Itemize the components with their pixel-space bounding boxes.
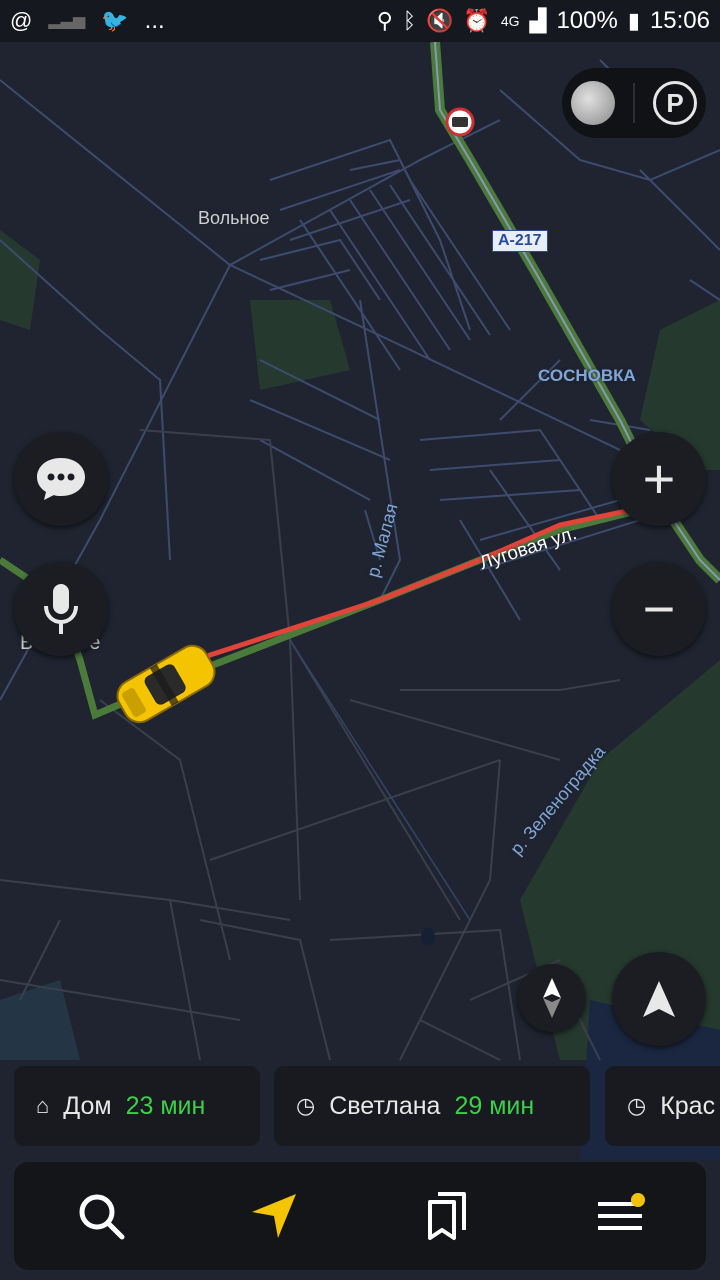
clock-time: 15:06 [649, 7, 710, 34]
bluetooth-icon: ᛒ [402, 8, 417, 33]
road-badge-a217: А-217 [492, 230, 548, 252]
place-label-sosnovka: СОСНОВКА [538, 366, 636, 385]
clock-icon: ◷ [627, 1093, 647, 1118]
parking-button[interactable]: P [653, 81, 697, 125]
destination-name: Крас [660, 1091, 716, 1120]
twitter-icon: 🐦 [101, 8, 129, 33]
zoom-in-button[interactable]: + [612, 432, 706, 526]
battery-percent: 100% [556, 7, 618, 34]
search-icon [79, 1194, 124, 1240]
compass-button[interactable] [518, 964, 586, 1032]
clock-icon: ◷ [296, 1093, 316, 1118]
destination-time: 23 мин [125, 1091, 206, 1120]
voice-button[interactable] [14, 562, 108, 656]
search-button[interactable] [56, 1171, 146, 1261]
destination-name: Светлана [329, 1091, 441, 1120]
alarm-icon: ⏰ [463, 8, 491, 33]
status-bar: @ ▂▃▅ 🐦 ... ⚲ ᛒ 🔇 ⏰ 4G ▟ 100% ▮ 15:06 [0, 0, 720, 42]
battery-icon: ▮ [627, 8, 640, 33]
chat-button[interactable] [14, 432, 108, 526]
signal-icon: ▟ [529, 8, 547, 33]
layers-button[interactable] [571, 81, 615, 125]
bookmarks-icon [427, 1192, 466, 1240]
home-icon: ⌂ [36, 1093, 50, 1118]
compass-icon [543, 978, 561, 1018]
zoom-out-button[interactable]: − [612, 562, 706, 656]
location-icon: ⚲ [376, 8, 393, 33]
more-notifications: ... [144, 7, 165, 34]
location-arrow-icon [643, 981, 675, 1017]
notification-dot [630, 1193, 645, 1207]
minus-icon: − [642, 577, 676, 640]
microphone-icon [44, 584, 78, 634]
navigate-button[interactable] [229, 1171, 319, 1261]
destinations-bar: ⌂ Дом 23 мин ◷ Светлана 29 мин ◷ Крас [0, 1066, 720, 1148]
my-location-button[interactable] [612, 952, 706, 1046]
plus-icon: + [642, 447, 676, 510]
at-icon: @ [10, 8, 33, 33]
mute-icon: 🔇 [426, 8, 454, 33]
signal-bars-icon: ▂▃▅ [48, 12, 86, 29]
pill-divider [633, 83, 635, 123]
destination-kras[interactable]: ◷ Крас [605, 1066, 720, 1146]
parking-icon: P [653, 81, 697, 125]
bottom-navigation [14, 1162, 706, 1270]
destination-time: 29 мин [454, 1091, 535, 1120]
map-layers-pill: P [562, 68, 706, 138]
place-label-volnoe: Вольное [198, 208, 270, 228]
destination-name: Дом [63, 1091, 112, 1120]
destination-svetlana[interactable]: ◷ Светлана 29 мин [274, 1066, 590, 1146]
destination-home[interactable]: ⌂ Дом 23 мин [14, 1066, 260, 1146]
navigate-arrow-icon [251, 1194, 296, 1238]
layers-circle-icon [571, 81, 615, 125]
chat-bubble-icon [37, 458, 85, 500]
bookmarks-button[interactable] [402, 1171, 492, 1261]
network-type: 4G [500, 13, 520, 29]
menu-button[interactable] [575, 1171, 665, 1261]
